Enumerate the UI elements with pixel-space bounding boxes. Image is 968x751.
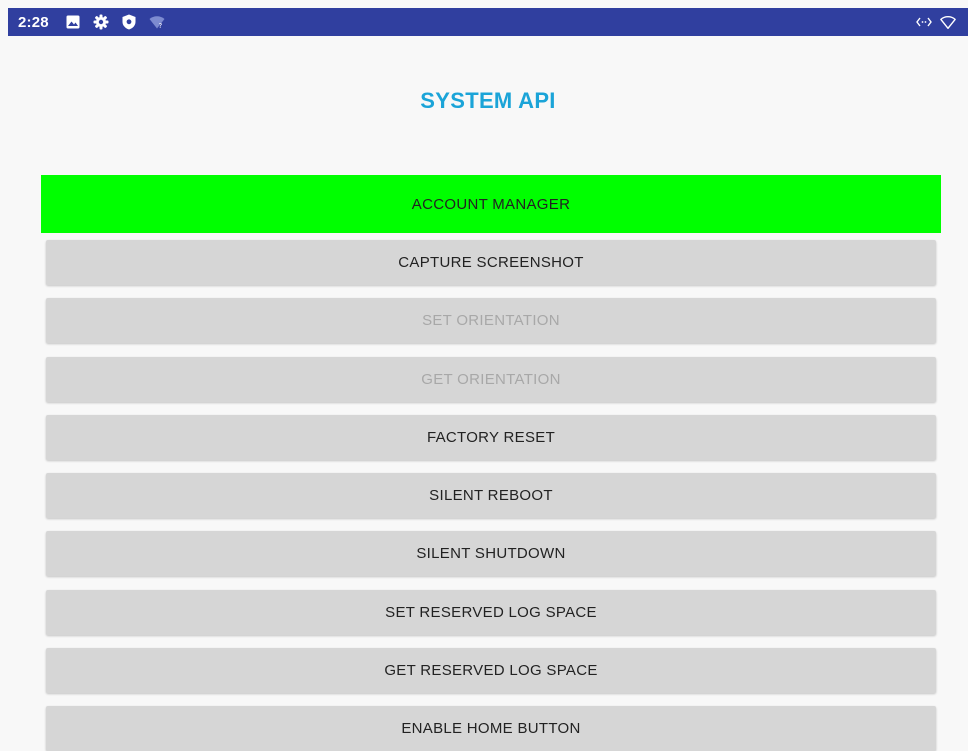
capture-screenshot-button[interactable]: CAPTURE SCREENSHOT <box>46 240 936 285</box>
enable-home-button-button[interactable]: ENABLE HOME BUTTON <box>46 706 936 751</box>
set-reserved-log-space-button[interactable]: SET RESERVED LOG SPACE <box>46 590 936 635</box>
account-manager-button[interactable]: ACCOUNT MANAGER <box>41 175 941 233</box>
silent-shutdown-button[interactable]: SILENT SHUTDOWN <box>46 531 936 576</box>
set-orientation-button: SET ORIENTATION <box>46 298 936 343</box>
silent-reboot-button[interactable]: SILENT REBOOT <box>46 473 936 518</box>
get-reserved-log-space-button[interactable]: GET RESERVED LOG SPACE <box>46 648 936 693</box>
get-orientation-button: GET ORIENTATION <box>46 357 936 402</box>
api-button-list: ACCOUNT MANAGER CAPTURE SCREENSHOT SET O… <box>0 0 968 751</box>
factory-reset-button[interactable]: FACTORY RESET <box>46 415 936 460</box>
